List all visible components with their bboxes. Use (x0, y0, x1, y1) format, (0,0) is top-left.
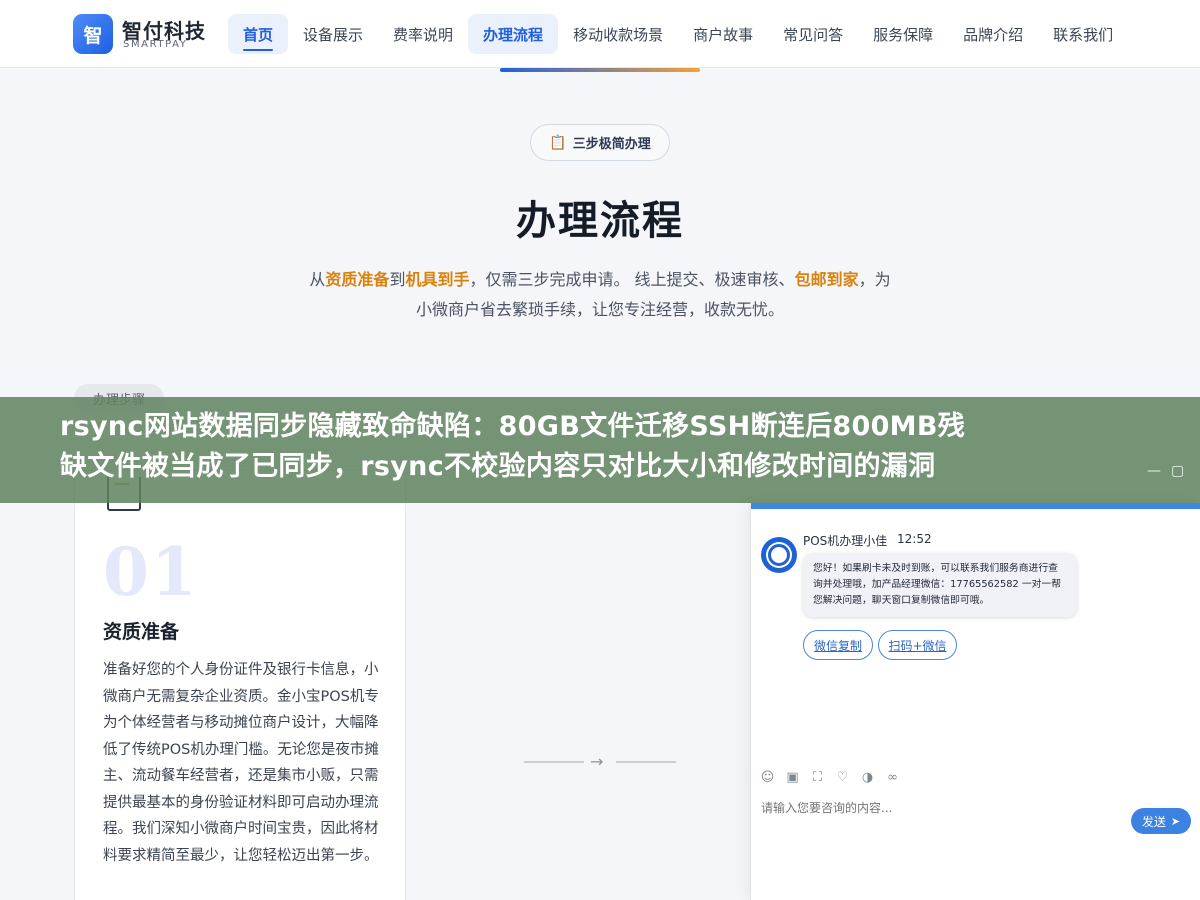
nav-item-contact[interactable]: 联系我们 (1038, 14, 1128, 54)
desc-highlight: 包邮到家 (794, 270, 859, 289)
send-label: 发送 (1141, 814, 1166, 829)
banner-line-1: rsync网站数据同步隐藏致命缺陷：80GB文件迁移SSH断连后800MB残 (60, 411, 966, 442)
desc-text: 从 (309, 270, 326, 289)
chat-widget: POS机办理小佳 12:52 您好！如果刷卡未及时到账，可以联系我们服务商进行查… (750, 503, 1200, 900)
chat-input[interactable] (761, 801, 1121, 815)
banner-headline: rsync网站数据同步隐藏致命缺陷：80GB文件迁移SSH断连后800MB残 缺… (60, 407, 1150, 487)
site-header: 智 智付科技 SMARTPAY 首页 设备展示 费率说明 办理流程 移动收款场景… (0, 0, 1200, 68)
connector-line (524, 761, 584, 763)
heart-icon[interactable]: ♡ (834, 769, 851, 786)
clipboard-icon: 📋 (549, 134, 567, 151)
overlay-banner: rsync网站数据同步隐藏致命缺陷：80GB文件迁移SSH断连后800MB残 缺… (0, 397, 1200, 503)
nav-item-devices[interactable]: 设备展示 (288, 14, 378, 54)
section-description-line2: 小微商户省去繁琐手续，让您专注经营，收款无忧。 (415, 300, 784, 319)
scan-wechat-button[interactable]: 扫码+微信 (878, 630, 957, 660)
crop-icon[interactable]: ⛶ (809, 769, 826, 786)
desc-text: ，仅需三步完成申请。 线上提交、极速审核、 (469, 270, 795, 289)
banner-line-2: 缺文件被当成了已同步，rsync不校验内容只对比大小和修改时间的漏洞 (60, 451, 936, 482)
agent-avatar (761, 537, 797, 573)
nav-item-home[interactable]: 首页 (228, 14, 289, 54)
brand-logo[interactable]: 智 (73, 14, 113, 54)
send-icon: ➤ (1170, 814, 1181, 828)
main-nav: 首页 设备展示 费率说明 办理流程 移动收款场景 商户故事 常见问答 服务保障 … (228, 14, 1128, 54)
copy-wechat-button[interactable]: 微信复制 (803, 630, 873, 660)
chat-toolbar: ☺ ▣ ⛶ ♡ ◑ ∞ (759, 769, 901, 789)
section-badge-label: 三步极简办理 (572, 137, 651, 152)
avatar-face-icon (768, 544, 790, 566)
page-title: 办理流程 (516, 198, 684, 244)
arrow-right-icon: → (590, 752, 604, 771)
link-icon[interactable]: ∞ (884, 769, 901, 786)
nav-item-stories[interactable]: 商户故事 (678, 14, 768, 54)
desc-text: 到 (389, 270, 406, 289)
connector-line (616, 761, 676, 763)
desc-text: ，为 (858, 270, 891, 289)
desc-highlight: 机具到手 (405, 270, 470, 289)
section-description-line1: 从资质准备到机具到手，仅需三步完成申请。 线上提交、极速审核、包邮到家，为 (0, 266, 1200, 290)
step-title: 资质准备 (103, 621, 180, 643)
chat-top-bar (751, 503, 1200, 509)
nav-item-rates[interactable]: 费率说明 (378, 14, 468, 54)
maximize-icon[interactable]: ▢ (1171, 463, 1184, 479)
brand-subtitle: SMARTPAY (123, 39, 188, 50)
smile-icon[interactable]: ☺ (759, 769, 776, 786)
step-connector: → (524, 752, 676, 772)
step-card: 01 资质准备 准备好您的个人身份证件及银行卡信息，小微商户无需复杂企业资质。金… (74, 470, 406, 900)
chat-message-bubble: 您好！如果刷卡未及时到账，可以联系我们服务商进行查询并处理哦，加产品经理微信：1… (803, 553, 1077, 617)
agent-name: POS机办理小佳 (803, 534, 888, 548)
audio-icon[interactable]: ◑ (859, 769, 876, 786)
message-time: 12:52 (897, 532, 932, 546)
image-icon[interactable]: ▣ (784, 769, 801, 786)
send-button[interactable]: 发送 ➤ (1131, 808, 1191, 834)
nav-item-service[interactable]: 服务保障 (858, 14, 948, 54)
nav-item-process[interactable]: 办理流程 (468, 14, 559, 54)
desc-highlight: 资质准备 (325, 270, 390, 289)
nav-item-scenarios[interactable]: 移动收款场景 (558, 14, 678, 54)
section-badge: 📋 三步极简办理 (530, 124, 670, 161)
step-number: 01 (103, 533, 199, 611)
nav-item-brand[interactable]: 品牌介绍 (948, 14, 1038, 54)
minimize-icon[interactable]: — (1147, 463, 1161, 479)
nav-item-faq[interactable]: 常见问答 (768, 14, 858, 54)
step-description: 准备好您的个人身份证件及银行卡信息，小微商户无需复杂企业资质。金小宝POS机专为… (103, 662, 379, 864)
scroll-progress-bar (500, 68, 700, 72)
